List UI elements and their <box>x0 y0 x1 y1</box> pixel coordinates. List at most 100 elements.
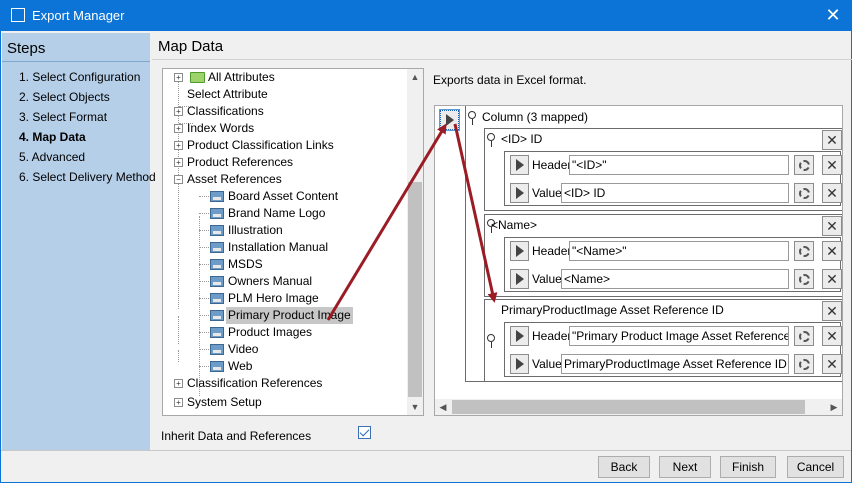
footer-divider <box>1 450 851 451</box>
tree-line <box>178 350 179 362</box>
scroll-thumb[interactable] <box>452 400 805 414</box>
tree-node-select-attribute[interactable]: Select Attribute <box>187 86 268 103</box>
page-title: Map Data <box>158 38 224 55</box>
scroll-thumb[interactable] <box>408 182 422 397</box>
expand-icon[interactable]: + <box>174 124 183 133</box>
expand-icon[interactable]: + <box>174 141 183 150</box>
expand-icon[interactable]: + <box>174 158 183 167</box>
format-description: Exports data in Excel format. <box>433 73 587 87</box>
header-expand-button[interactable] <box>510 241 529 261</box>
column-title-id: <ID> ID <box>501 132 543 146</box>
root-add-button[interactable] <box>439 109 460 131</box>
inherit-data-checkbox[interactable] <box>358 426 371 439</box>
scroll-right-icon[interactable]: ▶ <box>826 399 842 415</box>
close-window-button[interactable]: ✕ <box>820 3 846 27</box>
value-label: Value <box>532 186 562 200</box>
dialog-body: Steps 1. Select Configuration 2. Select … <box>0 31 852 483</box>
clear-value-button[interactable]: ✕ <box>822 354 842 374</box>
scroll-down-icon[interactable]: ▼ <box>407 399 423 415</box>
step-select-delivery-method: 6. Select Delivery Method <box>19 170 156 184</box>
clear-header-button[interactable]: ✕ <box>822 241 842 261</box>
expand-icon[interactable]: + <box>174 73 183 82</box>
step-select-configuration: 1. Select Configuration <box>19 70 141 84</box>
clear-value-button[interactable]: ✕ <box>822 183 842 203</box>
inherit-data-label: Inherit Data and References <box>161 429 312 443</box>
back-button[interactable]: Back <box>598 456 650 478</box>
clear-value-button[interactable]: ✕ <box>822 269 842 289</box>
collapse-icon[interactable]: − <box>174 175 183 184</box>
header-field[interactable]: "<Name>" <box>569 241 789 261</box>
tree-line <box>178 316 179 344</box>
pin-icon <box>468 111 476 125</box>
title-bar: Export Manager ✕ <box>0 0 852 31</box>
column-root-label: Column (3 mapped) <box>482 110 589 124</box>
expand-icon[interactable]: + <box>174 398 183 407</box>
steps-title: Steps <box>7 40 46 57</box>
title-divider <box>152 59 852 60</box>
value-label: Value <box>532 357 562 371</box>
scroll-up-icon[interactable]: ▲ <box>407 69 423 85</box>
header-expand-button[interactable] <box>510 326 529 346</box>
header-label: Header <box>532 244 572 258</box>
column-title-name: <Name> <box>491 218 538 232</box>
header-field[interactable]: "Primary Product Image Asset Reference I… <box>569 326 789 346</box>
attribute-tree[interactable]: + All Attributes Select Attribute + Clas… <box>162 68 424 416</box>
pin-icon <box>487 334 495 348</box>
step-map-data: 4. Map Data <box>19 130 86 144</box>
step-select-objects: 2. Select Objects <box>19 90 110 104</box>
value-field[interactable]: <Name> <box>561 269 789 289</box>
settings-gear-icon[interactable] <box>794 354 814 374</box>
settings-gear-icon[interactable] <box>794 155 814 175</box>
asset-icon <box>210 310 224 321</box>
folder-icon <box>190 72 205 83</box>
clear-header-button[interactable]: ✕ <box>822 155 842 175</box>
asset-icon <box>210 361 224 372</box>
settings-gear-icon[interactable] <box>794 241 814 261</box>
column-mapping-panel: Column (3 mapped) <ID> ID ✕ Header "<ID>… <box>434 105 843 416</box>
asset-icon <box>210 276 224 287</box>
step-select-format: 3. Select Format <box>19 110 108 124</box>
next-button[interactable]: Next <box>659 456 711 478</box>
app-icon <box>11 8 25 22</box>
asset-icon <box>210 242 224 253</box>
settings-gear-icon[interactable] <box>794 269 814 289</box>
asset-icon <box>210 208 224 219</box>
settings-gear-icon[interactable] <box>794 183 814 203</box>
steps-list: 1. Select Configuration 2. Select Object… <box>19 69 156 189</box>
expand-icon[interactable]: + <box>174 107 183 116</box>
step-advanced: 5. Advanced <box>19 150 86 164</box>
scroll-left-icon[interactable]: ◀ <box>435 399 451 415</box>
header-expand-button[interactable] <box>510 155 529 175</box>
pin-icon <box>487 133 495 147</box>
steps-panel: Steps 1. Select Configuration 2. Select … <box>2 33 156 451</box>
asset-icon <box>210 327 224 338</box>
expand-icon[interactable]: + <box>174 379 183 388</box>
value-field[interactable]: <ID> ID <box>561 183 789 203</box>
asset-icon <box>210 293 224 304</box>
value-expand-button[interactable] <box>510 183 529 203</box>
header-label: Header <box>532 158 572 172</box>
mapping-horizontal-scrollbar[interactable]: ◀ ▶ <box>435 399 842 415</box>
cancel-button[interactable]: Cancel <box>787 456 844 478</box>
settings-gear-icon[interactable] <box>794 326 814 346</box>
value-expand-button[interactable] <box>510 269 529 289</box>
asset-icon <box>210 225 224 236</box>
column-title-primary-product-image: PrimaryProductImage Asset Reference ID <box>501 303 724 317</box>
finish-button[interactable]: Finish <box>720 456 776 478</box>
window-title: Export Manager <box>32 8 125 23</box>
header-field[interactable]: "<ID>" <box>569 155 789 175</box>
tree-vertical-scrollbar[interactable]: ▲ ▼ <box>407 69 423 415</box>
asset-icon <box>210 191 224 202</box>
tree-line <box>199 216 200 396</box>
asset-icon <box>210 344 224 355</box>
remove-column-button[interactable]: ✕ <box>822 216 842 236</box>
header-label: Header <box>532 329 572 343</box>
remove-column-button[interactable]: ✕ <box>822 130 842 150</box>
remove-column-button[interactable]: ✕ <box>822 301 842 321</box>
steps-divider <box>2 61 150 62</box>
asset-icon <box>210 259 224 270</box>
value-field[interactable]: PrimaryProductImage Asset Reference ID <box>561 354 789 374</box>
clear-header-button[interactable]: ✕ <box>822 326 842 346</box>
value-label: Value <box>532 272 562 286</box>
value-expand-button[interactable] <box>510 354 529 374</box>
